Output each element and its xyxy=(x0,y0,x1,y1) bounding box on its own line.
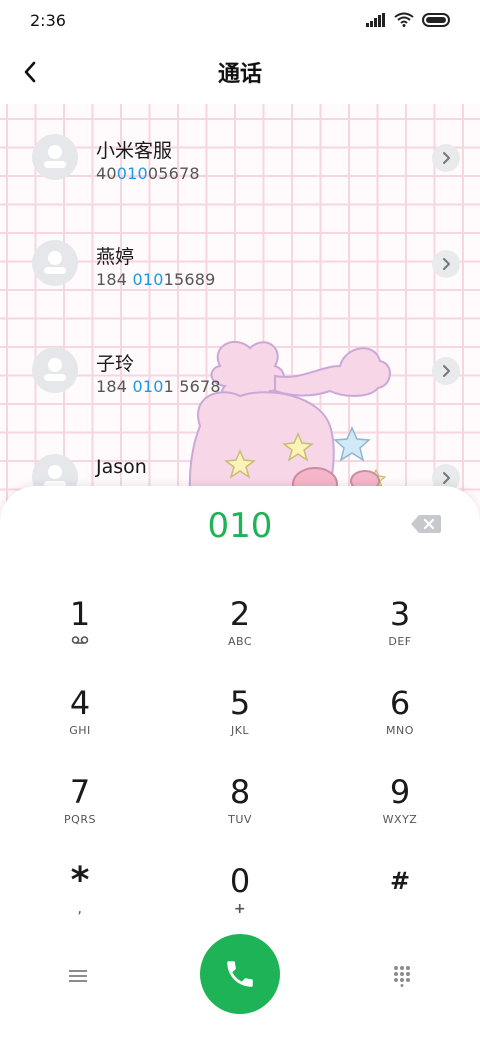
avatar xyxy=(32,240,78,286)
phone-suffix: 15689 xyxy=(163,270,216,289)
menu-button[interactable] xyxy=(62,960,94,992)
key-1[interactable]: 1 xyxy=(25,594,135,674)
key-9[interactable]: 9 WXYZ xyxy=(345,772,455,852)
status-bar: 2:36 xyxy=(0,0,480,40)
phone-suffix: 1 5678 xyxy=(163,377,221,396)
key-digit: 6 xyxy=(389,684,411,722)
voicemail-icon xyxy=(25,634,135,650)
phone-match-highlight: 010 xyxy=(132,377,164,396)
key-digit: 0 xyxy=(229,862,251,900)
key-digit: 3 xyxy=(389,595,411,633)
phone-prefix: 184 xyxy=(96,270,133,289)
key-star[interactable]: * , xyxy=(25,861,135,941)
person-icon xyxy=(44,358,66,381)
key-letters: ABC xyxy=(227,635,253,648)
key-letters: + xyxy=(233,901,247,917)
chevron-right-icon xyxy=(443,258,450,270)
key-letters: GHI xyxy=(69,724,91,737)
person-icon xyxy=(44,251,66,274)
phone-match-highlight: 010 xyxy=(132,270,164,289)
contact-item[interactable]: 小米客服 4001005678 xyxy=(0,104,480,184)
contact-detail-button[interactable] xyxy=(432,250,460,278)
contact-item[interactable]: 燕婷 184 01015689 xyxy=(0,210,480,290)
contact-phone: 184 01015689 xyxy=(96,270,215,289)
contact-list: 小米客服 4001005678 燕婷 184 01015689 子玲 184 0… xyxy=(0,104,480,524)
chevron-right-icon xyxy=(443,472,450,484)
key-digit: 1 xyxy=(69,595,91,633)
backspace-button[interactable] xyxy=(410,513,442,535)
key-5[interactable]: 5 JKL xyxy=(185,683,295,763)
key-letters: DEF xyxy=(388,635,412,648)
key-hash[interactable]: # xyxy=(345,861,455,941)
phone-prefix: 40 xyxy=(96,164,117,183)
key-2[interactable]: 2 ABC xyxy=(185,594,295,674)
backspace-icon xyxy=(411,515,441,533)
wifi-icon xyxy=(394,12,414,27)
keypad-toggle-button[interactable] xyxy=(386,960,418,992)
key-7[interactable]: 7 PQRS xyxy=(25,772,135,852)
key-digit: # xyxy=(389,867,411,895)
key-digit: 2 xyxy=(229,595,251,633)
dialed-number: 010 xyxy=(207,506,273,546)
key-letters: PQRS xyxy=(64,813,96,826)
chevron-right-icon xyxy=(443,152,450,164)
key-6[interactable]: 6 MNO xyxy=(345,683,455,763)
chevron-right-icon xyxy=(443,365,450,377)
contact-name: 小米客服 xyxy=(96,140,173,162)
contact-name: 燕婷 xyxy=(96,246,135,268)
key-letters: MNO xyxy=(386,724,414,737)
contact-detail-button[interactable] xyxy=(432,144,460,172)
key-digit: 9 xyxy=(389,773,411,811)
key-4[interactable]: 4 GHI xyxy=(25,683,135,763)
signal-icon xyxy=(366,12,385,27)
contact-name: Jason xyxy=(96,456,147,478)
status-icons xyxy=(366,12,452,27)
contact-phone: 184 0101 5678 xyxy=(96,377,221,396)
status-time: 2:36 xyxy=(30,11,66,30)
key-letters: JKL xyxy=(230,724,250,737)
menu-icon xyxy=(69,970,87,982)
key-digit: 5 xyxy=(229,684,251,722)
battery-icon xyxy=(422,12,450,27)
key-3[interactable]: 3 DEF xyxy=(345,594,455,674)
key-0[interactable]: 0 + xyxy=(185,861,295,941)
key-letters: , xyxy=(77,901,83,917)
header: 通话 xyxy=(0,42,480,102)
phone-icon xyxy=(227,961,253,987)
avatar xyxy=(32,134,78,180)
key-digit: 8 xyxy=(229,773,251,811)
key-8[interactable]: 8 TUV xyxy=(185,772,295,852)
contact-item[interactable]: 子玲 184 0101 5678 xyxy=(0,317,480,397)
dialer-panel: 010 1 2 ABC 3 DEF 4 GHI 5 JKL 6 MNO 7 PQ… xyxy=(0,486,480,1040)
avatar xyxy=(32,347,78,393)
key-digit: * xyxy=(70,860,90,901)
key-letters: WXYZ xyxy=(382,813,418,826)
key-digit: 7 xyxy=(69,773,91,811)
keypad-icon xyxy=(394,966,410,987)
contact-detail-button[interactable] xyxy=(432,357,460,385)
contact-phone: 4001005678 xyxy=(96,164,200,183)
key-letters: TUV xyxy=(228,813,252,826)
page-title: 通话 xyxy=(217,62,262,87)
phone-suffix: 05678 xyxy=(147,164,200,183)
phone-match-highlight: 010 xyxy=(116,164,148,183)
key-digit: 4 xyxy=(69,684,91,722)
phone-prefix: 184 xyxy=(96,377,133,396)
call-button[interactable] xyxy=(200,934,280,1014)
person-icon xyxy=(44,145,66,168)
contact-name: 子玲 xyxy=(96,353,135,375)
